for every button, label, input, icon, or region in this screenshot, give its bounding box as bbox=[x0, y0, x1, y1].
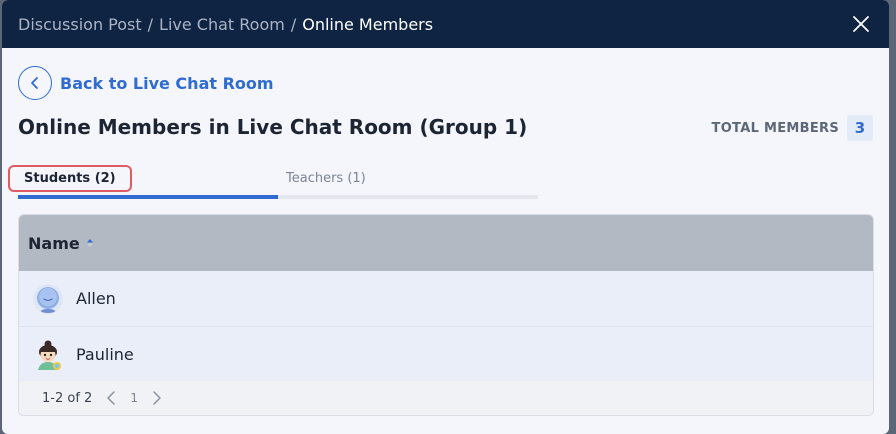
pagination-range: 1-2 of 2 bbox=[42, 390, 93, 406]
breadcrumb-online-members: Online Members bbox=[302, 14, 434, 34]
tab-active-indicator bbox=[18, 195, 278, 199]
previous-page-button[interactable] bbox=[106, 390, 116, 406]
members-table: Name Allen Pauline 1-2 of 2 1 bbox=[18, 214, 874, 416]
next-page-button[interactable] bbox=[152, 390, 162, 406]
chevron-left-icon bbox=[107, 391, 116, 405]
breadcrumb-live-chat-room[interactable]: Live Chat Room bbox=[159, 15, 285, 34]
back-button[interactable] bbox=[18, 66, 52, 100]
tab-students-label[interactable]: Students (2) bbox=[8, 164, 132, 192]
tab-students[interactable]: Students (2) bbox=[8, 160, 278, 196]
back-to-live-chat-room-link[interactable]: Back to Live Chat Room bbox=[18, 66, 274, 100]
chevron-left-icon bbox=[31, 77, 38, 89]
chevron-right-icon bbox=[153, 391, 161, 405]
sort-ascending-icon[interactable] bbox=[86, 238, 94, 248]
close-icon bbox=[853, 16, 869, 32]
close-button[interactable] bbox=[849, 12, 873, 36]
member-name: Allen bbox=[76, 289, 116, 308]
total-members-count: 3 bbox=[847, 115, 873, 141]
blue-bubble-avatar-icon bbox=[33, 283, 63, 314]
page-title: Online Members in Live Chat Room (Group … bbox=[18, 115, 528, 139]
breadcrumb: Discussion Post / Live Chat Room / Onlin… bbox=[18, 15, 433, 34]
member-name: Pauline bbox=[76, 345, 134, 364]
table-row[interactable]: Pauline bbox=[19, 327, 873, 383]
girl-avatar-icon bbox=[38, 340, 61, 370]
breadcrumb-discussion-post[interactable]: Discussion Post bbox=[18, 15, 142, 34]
column-header-name[interactable]: Name bbox=[28, 234, 80, 253]
member-tabs: Students (2) Teachers (1) bbox=[8, 160, 538, 200]
online-members-modal: Discussion Post / Live Chat Room / Onlin… bbox=[2, 0, 889, 434]
table-header: Name bbox=[19, 215, 873, 271]
pagination: 1-2 of 2 1 bbox=[19, 381, 873, 415]
table-row[interactable]: Allen bbox=[19, 271, 873, 327]
current-page-number[interactable]: 1 bbox=[130, 391, 138, 405]
tab-teachers[interactable]: Teachers (1) bbox=[278, 160, 538, 196]
breadcrumb-separator: / bbox=[147, 14, 154, 34]
back-link-label[interactable]: Back to Live Chat Room bbox=[60, 74, 274, 93]
modal-header: Discussion Post / Live Chat Room / Onlin… bbox=[2, 0, 889, 48]
breadcrumb-separator: / bbox=[290, 14, 297, 34]
total-members-label: TOTAL MEMBERS bbox=[711, 120, 839, 136]
tab-teachers-label[interactable]: Teachers (1) bbox=[286, 171, 366, 186]
total-members: TOTAL MEMBERS 3 bbox=[712, 115, 873, 141]
